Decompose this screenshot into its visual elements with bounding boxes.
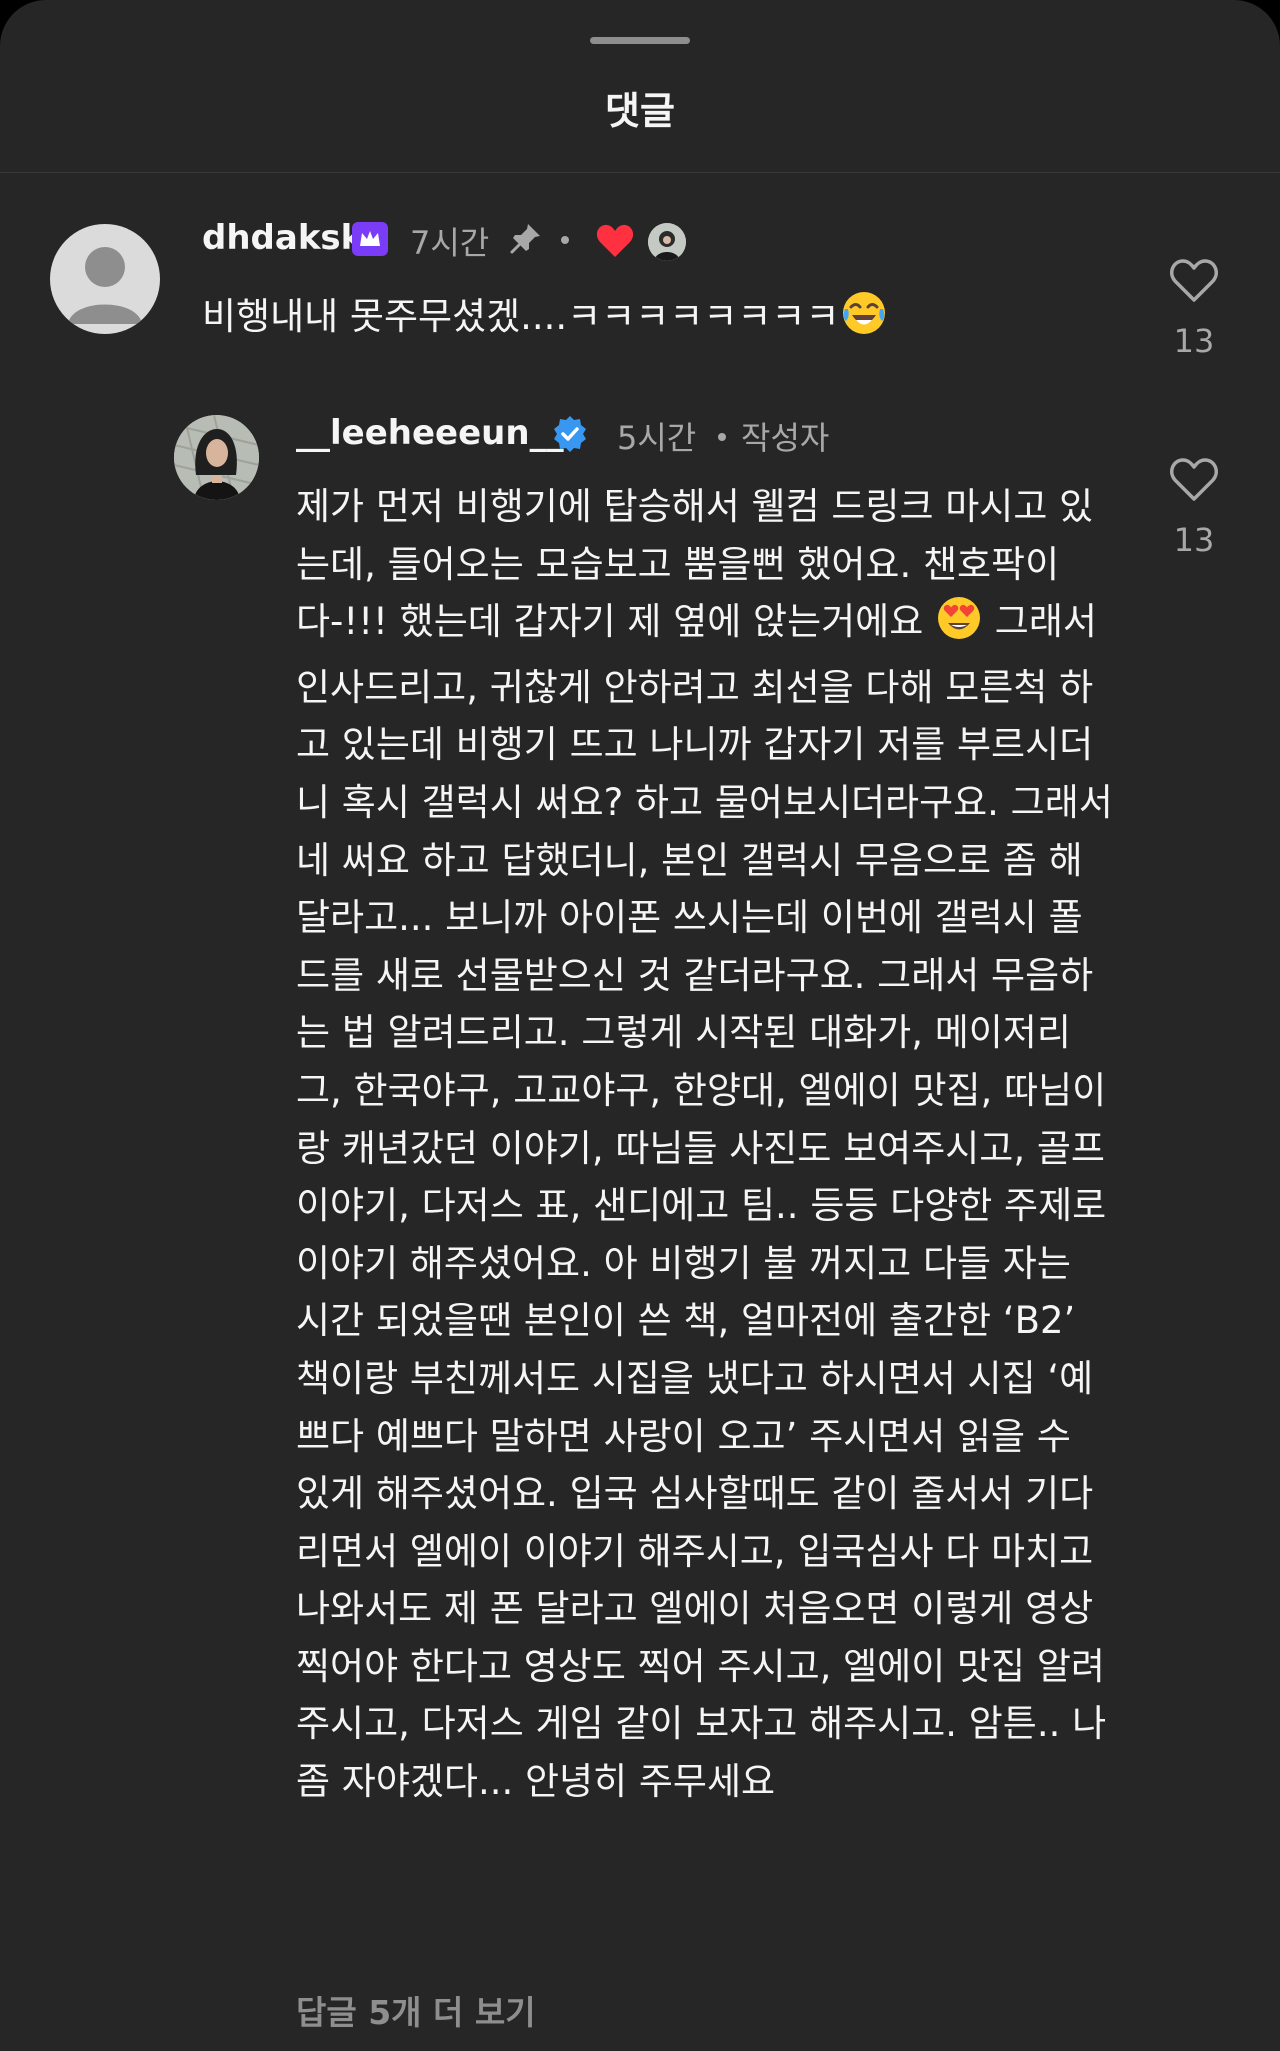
creator-avatar-mini <box>648 223 686 261</box>
reply-username[interactable]: __leeheeeun__ <box>296 413 564 453</box>
comment-username[interactable]: dhdaksk <box>202 218 363 258</box>
author-label: 작성자 <box>741 419 830 457</box>
view-more-replies-button[interactable]: 답글 5개 더 보기 <box>296 1986 536 2034</box>
comment-text-content: 비행내내 못주무셨겠....ㅋㅋㅋㅋㅋㅋㅋㅋ <box>202 295 840 338</box>
like-count: 13 <box>1173 521 1215 559</box>
separator-dot <box>561 236 569 244</box>
avatar[interactable] <box>50 224 160 334</box>
reply-text: 제가 먼저 비행기에 탑승해서 웰컴 드링크 마시고 있는데, 들어오는 모습보… <box>296 478 1116 1811</box>
pin-icon <box>508 220 544 260</box>
crown-subscriber-icon <box>352 222 388 260</box>
heart-outline-icon[interactable] <box>1169 458 1219 507</box>
verified-icon <box>551 415 589 457</box>
reply-time: 5시간 <box>617 419 697 457</box>
reply-text-part2: 그래서 인사드리고, 귀찮게 안하려고 최선을 다해 모른척 하고 있는데 비행… <box>296 600 1125 1804</box>
comments-sheet: 댓글 dhdaksk 7시간 비행내내 못주무셨겠....ㅋㅋㅋㅋㅋㅋㅋㅋ 13… <box>0 0 1280 2051</box>
default-user-icon <box>68 247 142 324</box>
tears-of-joy-emoji-icon <box>840 289 888 346</box>
separator-dot <box>718 433 726 441</box>
like-group: 13 <box>1154 258 1234 360</box>
comment-time: 7시간 <box>410 224 490 262</box>
like-group: 13 <box>1154 457 1234 559</box>
drag-handle[interactable] <box>590 37 690 44</box>
like-count: 13 <box>1173 322 1215 360</box>
heart-icon <box>596 224 634 262</box>
heart-outline-icon[interactable] <box>1169 259 1219 308</box>
heart-eyes-emoji-icon <box>935 594 983 659</box>
comment-text: 비행내내 못주무셨겠....ㅋㅋㅋㅋㅋㅋㅋㅋ <box>202 286 888 346</box>
divider <box>0 172 1280 173</box>
sheet-title: 댓글 <box>605 89 675 133</box>
avatar[interactable] <box>174 415 259 500</box>
